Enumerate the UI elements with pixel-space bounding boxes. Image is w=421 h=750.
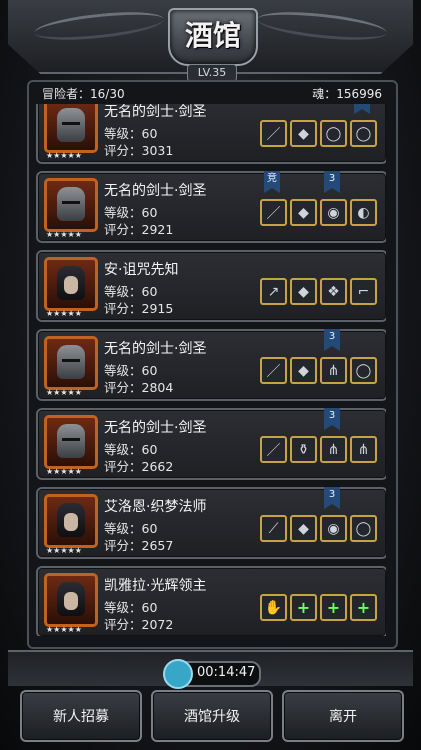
equipment-slots: ⟋ ◆ ◉ ◯ xyxy=(260,515,380,542)
hero-card[interactable]: ★★★★★ 无名的剑士·剑圣 等级：60 评分：2921 ／ ◆ ◉ ◐ 竞 3 xyxy=(36,171,386,243)
hero-name: 无名的剑士·剑圣 xyxy=(104,104,207,120)
sword-icon[interactable]: ／ xyxy=(260,199,287,226)
hero-score: 评分：3031 xyxy=(104,143,174,158)
equipment-slots: ／ ⚱ ⋔ ⋔ xyxy=(260,436,380,463)
ring-icon[interactable]: ◯ xyxy=(350,357,377,384)
star-rating: ★★★★★ xyxy=(46,625,82,634)
portrait-face xyxy=(64,276,78,294)
rank-ribbon: 竞 xyxy=(264,171,280,193)
claw-icon[interactable]: ⋔ xyxy=(320,436,347,463)
hero-card[interactable]: ★★★★★ 凯雅拉·光辉领主 等级：60 评分：2072 ✋ + + + xyxy=(36,566,386,636)
recruit-button[interactable]: 新人招募 xyxy=(20,690,142,742)
rank-ribbon: 3 xyxy=(324,329,340,351)
page-title: 酒馆 xyxy=(184,19,241,52)
equipment-slots: ／ ◆ ◉ ◐ xyxy=(260,199,380,226)
helmet-visor xyxy=(62,122,80,125)
hero-name: 艾洛恩·织梦法师 xyxy=(104,499,207,515)
rank-ribbon: 3 xyxy=(324,408,340,430)
soul-count: 魂：156996 xyxy=(312,87,382,101)
star-rating: ★★★★★ xyxy=(46,151,82,160)
hero-name: 凯雅拉·光辉领主 xyxy=(104,578,207,594)
hero-score: 评分：2804 xyxy=(104,380,174,395)
hero-list[interactable]: ★★★★★ 无名的剑士·剑圣 等级：60 评分：3031 ／ ◆ ◯ ◯ ★★★★★ 无名的剑士·… xyxy=(36,104,386,636)
hero-portrait[interactable] xyxy=(44,104,98,153)
hero-name: 安·诅咒先知 xyxy=(104,262,179,278)
amulet-icon[interactable]: ◉ xyxy=(320,515,347,542)
claw-icon[interactable]: ⋔ xyxy=(350,436,377,463)
ring-icon[interactable]: ◯ xyxy=(320,120,347,147)
rank-ribbon: 3 xyxy=(324,487,340,509)
star-rating: ★★★★★ xyxy=(46,546,82,555)
hero-card[interactable]: ★★★★★ 无名的剑士·剑圣 等级：60 评分：2662 ／ ⚱ ⋔ ⋔ 3 xyxy=(36,408,386,480)
hero-name: 无名的剑士·剑圣 xyxy=(104,183,207,199)
hero-portrait[interactable] xyxy=(44,257,98,311)
hero-name: 无名的剑士·剑圣 xyxy=(104,341,207,357)
orb-icon[interactable]: ❖ xyxy=(320,278,347,305)
star-rating: ★★★★★ xyxy=(46,467,82,476)
staff-icon[interactable]: ↗ xyxy=(260,278,287,305)
claw-icon[interactable]: ⋔ xyxy=(320,357,347,384)
timer-text: 00:14:47 xyxy=(197,665,256,680)
hero-score: 评分：2657 xyxy=(104,538,174,553)
helmet-visor xyxy=(62,201,80,204)
portrait-face xyxy=(64,592,78,610)
armor-icon[interactable]: ◆ xyxy=(290,357,317,384)
adventurer-count: 冒险者：16/30 xyxy=(42,87,125,101)
title-plaque: 酒馆 xyxy=(168,8,258,66)
hero-card[interactable]: ★★★★★ 艾洛恩·织梦法师 等级：60 评分：2657 ⟋ ◆ ◉ ◯ 3 xyxy=(36,487,386,559)
leave-button[interactable]: 离开 xyxy=(282,690,404,742)
portrait-head xyxy=(57,108,85,142)
glove-icon[interactable]: ✋ xyxy=(260,594,287,621)
armor-icon[interactable]: ◆ xyxy=(290,278,317,305)
star-rating: ★★★★★ xyxy=(46,388,82,397)
sword-icon[interactable]: ／ xyxy=(260,120,287,147)
star-rating: ★★★★★ xyxy=(46,230,82,239)
ring-icon[interactable]: ◯ xyxy=(350,120,377,147)
hero-card[interactable]: ★★★★★ 安·诅咒先知 等级：60 评分：2915 ↗ ◆ ❖ ⌐ xyxy=(36,250,386,322)
hero-portrait[interactable] xyxy=(44,415,98,469)
star-rating: ★★★★★ xyxy=(46,309,82,318)
add-icon[interactable]: + xyxy=(290,594,317,621)
hero-card[interactable]: ★★★★★ 无名的剑士·剑圣 等级：60 评分：3031 ／ ◆ ◯ ◯ xyxy=(36,104,386,164)
hero-portrait[interactable] xyxy=(44,336,98,390)
hero-portrait[interactable] xyxy=(44,494,98,548)
helmet-visor xyxy=(62,438,80,441)
rank-ribbon xyxy=(354,104,370,114)
hero-portrait[interactable] xyxy=(44,178,98,232)
boots-icon[interactable]: ⌐ xyxy=(350,278,377,305)
cloak-icon[interactable]: ◐ xyxy=(350,199,377,226)
hero-score: 评分：2921 xyxy=(104,222,174,237)
wand-icon[interactable]: ⟋ xyxy=(260,515,287,542)
equipment-slots: ／ ◆ ◯ ◯ xyxy=(260,120,380,147)
clock-icon xyxy=(163,659,193,689)
sword-icon[interactable]: ／ xyxy=(260,357,287,384)
add-icon[interactable]: + xyxy=(350,594,377,621)
equipment-slots: ✋ + + + xyxy=(260,594,380,621)
armor-icon[interactable]: ◆ xyxy=(290,515,317,542)
hero-portrait[interactable] xyxy=(44,573,98,627)
portrait-head xyxy=(57,345,85,379)
hero-score: 评分：2072 xyxy=(104,617,174,632)
hero-score: 评分：2662 xyxy=(104,459,174,474)
stats-bar: 冒险者：16/30 魂：156996 xyxy=(42,85,382,103)
amulet-icon[interactable]: ◉ xyxy=(320,199,347,226)
hero-score: 评分：2915 xyxy=(104,301,174,316)
portrait-face xyxy=(64,513,78,531)
hero-name: 无名的剑士·剑圣 xyxy=(104,420,207,436)
equipment-slots: ↗ ◆ ❖ ⌐ xyxy=(260,278,380,305)
hero-card[interactable]: ★★★★★ 无名的剑士·剑圣 等级：60 评分：2804 ／ ◆ ⋔ ◯ 3 xyxy=(36,329,386,401)
armor-icon[interactable]: ◆ xyxy=(290,120,317,147)
refresh-timer: 00:14:47 xyxy=(163,659,261,689)
portrait-head xyxy=(57,187,85,221)
rank-ribbon: 3 xyxy=(324,171,340,193)
equipment-slots: ／ ◆ ⋔ ◯ xyxy=(260,357,380,384)
helmet-visor xyxy=(62,359,80,362)
ring-icon[interactable]: ◯ xyxy=(350,515,377,542)
armor-icon[interactable]: ◆ xyxy=(290,199,317,226)
upgrade-button[interactable]: 酒馆升级 xyxy=(151,690,273,742)
add-icon[interactable]: + xyxy=(320,594,347,621)
vase-icon[interactable]: ⚱ xyxy=(290,436,317,463)
portrait-head xyxy=(57,424,85,458)
sword-icon[interactable]: ／ xyxy=(260,436,287,463)
